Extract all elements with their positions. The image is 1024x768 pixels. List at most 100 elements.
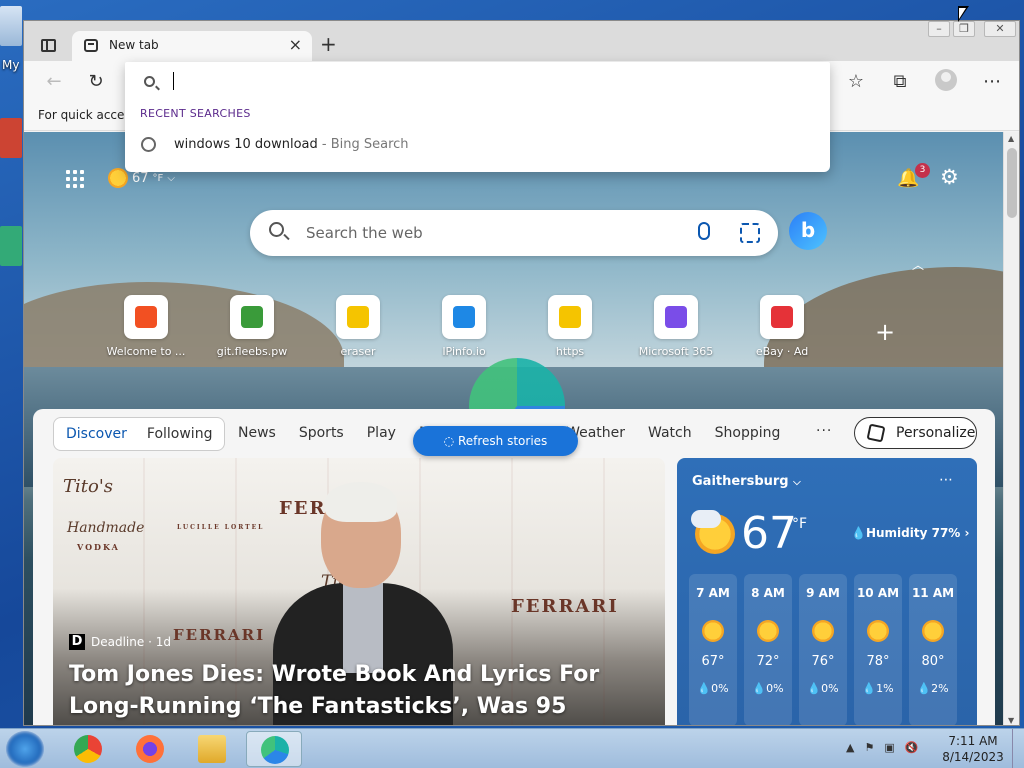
page-scrollbar[interactable]: ▲ ▼ [1003, 132, 1019, 725]
desktop-app-icon[interactable] [0, 118, 22, 158]
page-settings-gear-icon[interactable]: ⚙ [940, 165, 959, 189]
network-icon[interactable]: ▣ [884, 741, 894, 754]
hourly-forecast-item[interactable]: 11 AM 80° 💧2% [909, 574, 957, 725]
humidity-link[interactable]: 💧Humidity 77% › [851, 526, 969, 540]
feed-more-icon[interactable]: ··· [816, 423, 832, 439]
chrome-icon [74, 735, 102, 763]
tab-following[interactable]: Following [147, 426, 213, 442]
feed-nav-sports[interactable]: Sports [299, 425, 344, 441]
recent-search-item[interactable]: windows 10 download - Bing Search [125, 130, 830, 160]
tab-close-icon[interactable]: × [289, 35, 302, 54]
water-drop-icon: 💧 [752, 682, 767, 695]
hero-story-card[interactable]: Tito's Handmade VODKA FERRARI FERRARI FE… [53, 458, 665, 725]
favorites-star-icon[interactable]: ☆ [842, 69, 870, 95]
deadline-logo-icon: D [69, 634, 85, 650]
feed-nav-news[interactable]: News [238, 425, 276, 441]
quick-link-label: Welcome to ... [106, 345, 186, 358]
quick-link-tile[interactable]: Microsoft 365 [626, 295, 726, 358]
tab-new-tab[interactable]: New tab × [72, 31, 312, 61]
weather-card[interactable]: Gaithersburg ⌵ ⋯ 67 °F 💧Humidity 77% › 7… [677, 458, 977, 725]
microphone-icon[interactable] [698, 222, 710, 240]
backdrop-ferrari-logo-2: FERRARI [511, 596, 619, 617]
hour-time: 9 AM [806, 586, 840, 600]
hourly-forecast-item[interactable]: 9 AM 76° 💧0% [799, 574, 847, 725]
quick-link-tile[interactable]: IPinfo.io [414, 295, 514, 358]
quick-link-tile[interactable]: https [520, 295, 620, 358]
backdrop-ferrari-logo-3: FERRARI [173, 626, 266, 644]
taskbar-firefox[interactable] [122, 731, 178, 767]
sun-icon [702, 620, 724, 642]
desktop-icon-label[interactable]: My [2, 58, 19, 72]
start-button[interactable] [6, 731, 44, 767]
weather-card-unit: °F [792, 516, 808, 532]
app-launcher-icon[interactable] [66, 170, 84, 188]
maximize-button[interactable]: ❐ [953, 21, 975, 37]
hour-precip: 💧1% [862, 682, 894, 695]
close-window-button[interactable]: ✕ [984, 21, 1016, 37]
weather-city[interactable]: Gaithersburg ⌵ [692, 474, 801, 489]
taskbar-chrome[interactable] [60, 731, 116, 767]
show-hidden-icons[interactable]: ▲ [846, 741, 854, 754]
show-desktop-button[interactable] [1012, 729, 1024, 768]
refresh-stories-button[interactable]: ◌ Refresh stories [413, 426, 578, 456]
tab-actions-icon[interactable] [41, 39, 56, 52]
feed-nav-shopping[interactable]: Shopping [715, 425, 781, 441]
scroll-up-icon[interactable]: ▲ [1008, 134, 1014, 143]
new-tab-plus-icon[interactable]: + [320, 32, 337, 56]
address-bar-dropdown[interactable]: RECENT SEARCHES windows 10 download - Bi… [125, 62, 830, 172]
new-tab-page-icon [84, 39, 98, 52]
https-icon [548, 295, 592, 339]
weather-unit: °F [152, 172, 164, 184]
hour-time: 10 AM [856, 586, 900, 600]
sun-icon [757, 620, 779, 642]
hour-precip: 💧0% [697, 682, 729, 695]
sun-icon [867, 620, 889, 642]
water-drop-icon: 💧 [851, 526, 866, 540]
taskbar-clock[interactable]: 7:11 AM 8/14/2023 [940, 733, 1006, 765]
settings-more-icon[interactable]: ⋯ [978, 69, 1006, 95]
hourly-forecast-item[interactable]: 10 AM 78° 💧1% [854, 574, 902, 725]
scrollbar-thumb[interactable] [1007, 148, 1017, 218]
profile-avatar[interactable] [935, 69, 957, 91]
hourly-forecast-item[interactable]: 8 AM 72° 💧0% [744, 574, 792, 725]
add-quick-link-icon[interactable]: + [875, 318, 895, 346]
volume-muted-icon[interactable]: 🔇 [905, 741, 919, 754]
quick-link-tile[interactable]: eraser [308, 295, 408, 358]
quick-link-tile[interactable]: eBay · Ad [732, 295, 832, 358]
action-center-flag-icon[interactable]: ⚑ [864, 741, 874, 754]
web-search-box[interactable]: Search the web [250, 210, 778, 256]
feed-nav-play[interactable]: Play [367, 425, 396, 441]
collapse-chevron-icon[interactable]: ︿ [912, 256, 924, 273]
tab-discover[interactable]: Discover [66, 426, 127, 442]
collections-icon[interactable]: ⧉ [886, 69, 914, 95]
search-icon [144, 76, 155, 87]
water-drop-icon: 💧 [807, 682, 822, 695]
refresh-icon[interactable]: ↻ [82, 69, 110, 95]
address-input-caret[interactable] [173, 72, 174, 90]
scroll-down-icon[interactable]: ▼ [1008, 716, 1014, 725]
search-icon [269, 222, 284, 237]
weather-more-icon[interactable]: ⋯ [939, 472, 953, 488]
personalize-label: Personalize [896, 425, 976, 441]
bing-chat-button[interactable]: b [789, 212, 827, 250]
back-arrow-icon[interactable]: ← [40, 69, 68, 95]
quick-link-tile[interactable]: Welcome to ... [96, 295, 196, 358]
eraser-icon [336, 295, 380, 339]
quick-link-tile[interactable]: git.fleebs.pw [202, 295, 302, 358]
sun-icon [922, 620, 944, 642]
story-headline[interactable]: Tom Jones Dies: Wrote Book And Lyrics Fo… [69, 659, 649, 723]
backdrop-lortel-text: LUCILLE LORTEL [177, 524, 265, 531]
desktop-computer-icon[interactable] [0, 6, 22, 46]
firefox-icon [136, 735, 164, 763]
personalize-icon [866, 423, 886, 443]
recent-search-source: - Bing Search [321, 137, 409, 152]
desktop-app-icon-2[interactable] [0, 226, 22, 266]
taskbar-edge[interactable] [246, 731, 302, 767]
hourly-forecast-item[interactable]: 7 AM 67° 💧0% [689, 574, 737, 725]
visual-search-icon[interactable] [740, 223, 760, 243]
minimize-button[interactable]: – [928, 21, 950, 37]
feed-nav-watch[interactable]: Watch [648, 425, 692, 441]
personalize-button[interactable]: Personalize [854, 417, 977, 449]
taskbar-explorer[interactable] [184, 731, 240, 767]
quick-link-label: Microsoft 365 [638, 345, 714, 358]
